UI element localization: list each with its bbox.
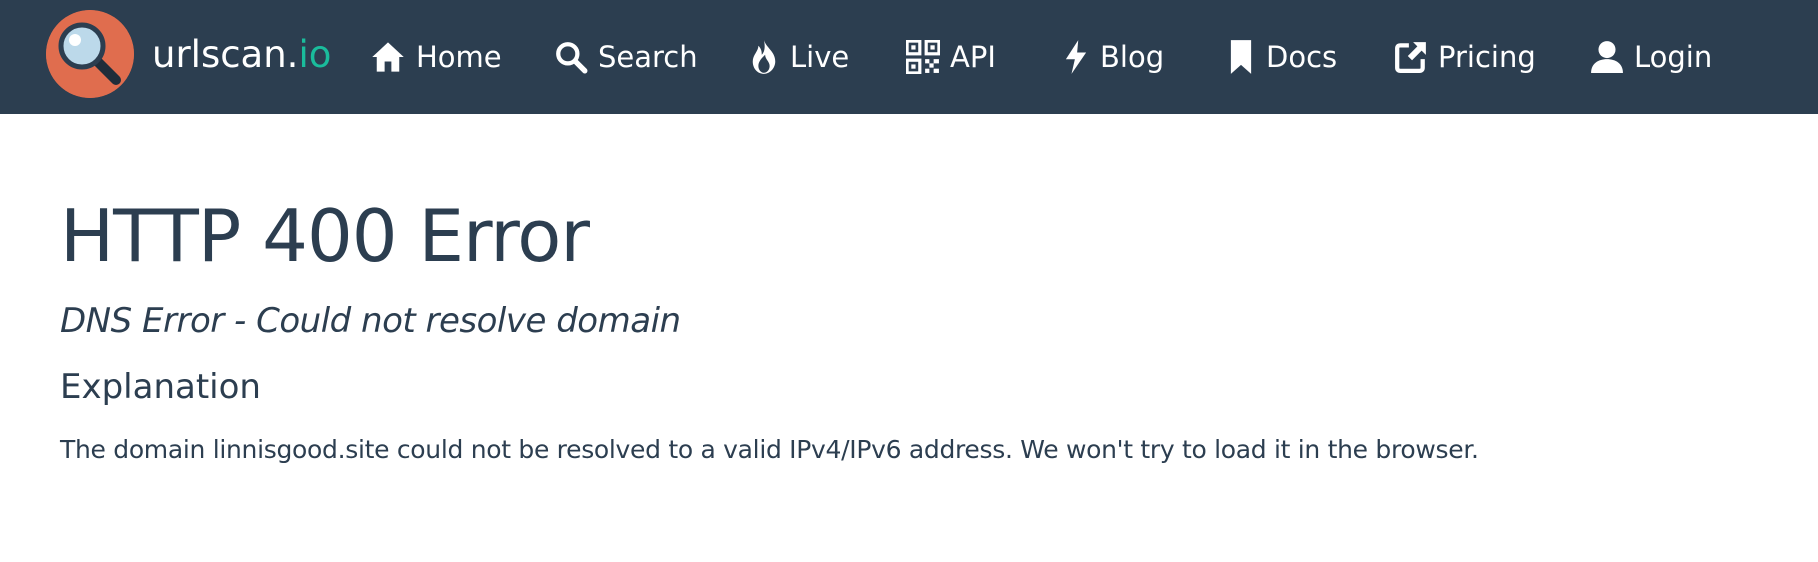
nav-blog-label: Blog bbox=[1100, 40, 1165, 74]
nav-blog[interactable]: Blog bbox=[1062, 0, 1164, 114]
nav-live[interactable]: Live bbox=[748, 0, 849, 114]
brand-name-accent: io bbox=[298, 32, 332, 76]
explanation-text: The domain linnisgood.site could not be … bbox=[60, 435, 1479, 464]
search-icon bbox=[556, 42, 588, 74]
bookmark-icon bbox=[1230, 40, 1252, 74]
magnifier-icon bbox=[46, 10, 134, 98]
top-navbar: urlscan.io Home Search Live API Blog Doc… bbox=[0, 0, 1818, 114]
nav-search-label: Search bbox=[598, 40, 698, 74]
nav-home-label: Home bbox=[416, 40, 502, 74]
nav-api[interactable]: API bbox=[906, 0, 996, 114]
explanation-heading: Explanation bbox=[60, 367, 261, 407]
fire-icon bbox=[752, 40, 776, 74]
nav-docs-label: Docs bbox=[1266, 40, 1338, 74]
nav-docs[interactable]: Docs bbox=[1226, 0, 1337, 114]
error-title: HTTP 400 Error bbox=[60, 194, 590, 278]
error-subtitle: DNS Error - Could not resolve domain bbox=[60, 301, 681, 341]
user-icon bbox=[1591, 41, 1623, 73]
nav-home[interactable]: Home bbox=[370, 0, 502, 114]
brand-link[interactable]: urlscan.io bbox=[46, 10, 331, 98]
nav-pricing-label: Pricing bbox=[1438, 40, 1536, 74]
brand-name-main: urlscan. bbox=[152, 32, 299, 76]
nav-search[interactable]: Search bbox=[554, 0, 698, 114]
nav-api-label: API bbox=[950, 40, 996, 74]
nav-live-label: Live bbox=[790, 40, 850, 74]
external-link-icon bbox=[1395, 42, 1426, 73]
nav-pricing[interactable]: Pricing bbox=[1394, 0, 1536, 114]
brand-name: urlscan.io bbox=[152, 33, 331, 76]
home-icon bbox=[372, 42, 404, 72]
nav-login[interactable]: Login bbox=[1590, 0, 1712, 114]
nav-login-label: Login bbox=[1634, 40, 1713, 74]
bolt-icon bbox=[1065, 40, 1087, 74]
qrcode-icon bbox=[906, 40, 940, 74]
